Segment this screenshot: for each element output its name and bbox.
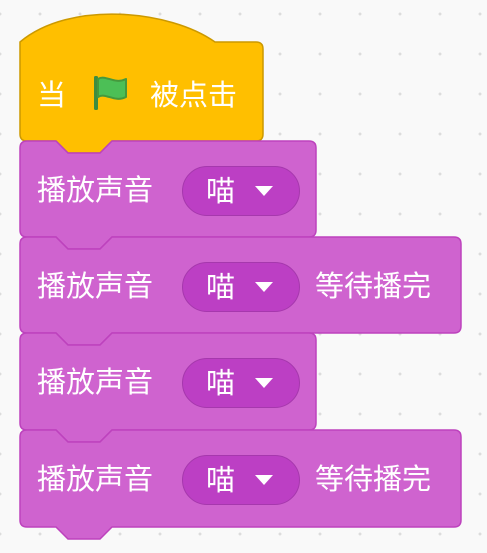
hat-suffix-label: 被点击 bbox=[150, 78, 238, 112]
sound-menu-value: 喵 bbox=[206, 366, 236, 400]
sound-menu-value: 喵 bbox=[206, 174, 236, 208]
sound-menu-dropdown[interactable]: 喵 bbox=[182, 166, 300, 216]
sound-menu-value: 喵 bbox=[206, 463, 236, 497]
sound-menu-value: 喵 bbox=[206, 270, 236, 304]
play-sound-label: 播放声音 bbox=[37, 269, 154, 303]
caret-down-icon bbox=[255, 475, 273, 485]
caret-down-icon bbox=[255, 186, 273, 196]
until-done-label: 等待播完 bbox=[315, 269, 432, 303]
play-sound-label: 播放声音 bbox=[37, 365, 154, 399]
play-sound-label: 播放声音 bbox=[37, 173, 154, 207]
sound-menu-dropdown[interactable]: 喵 bbox=[182, 455, 300, 505]
hat-prefix-label: 当 bbox=[37, 78, 67, 112]
caret-down-icon bbox=[255, 282, 273, 292]
sound-menu-dropdown[interactable]: 喵 bbox=[182, 262, 300, 312]
until-done-label: 等待播完 bbox=[315, 462, 432, 496]
play-sound-label: 播放声音 bbox=[37, 462, 154, 496]
sound-menu-dropdown[interactable]: 喵 bbox=[182, 358, 300, 408]
green-flag-icon bbox=[94, 76, 127, 110]
caret-down-icon bbox=[255, 378, 273, 388]
